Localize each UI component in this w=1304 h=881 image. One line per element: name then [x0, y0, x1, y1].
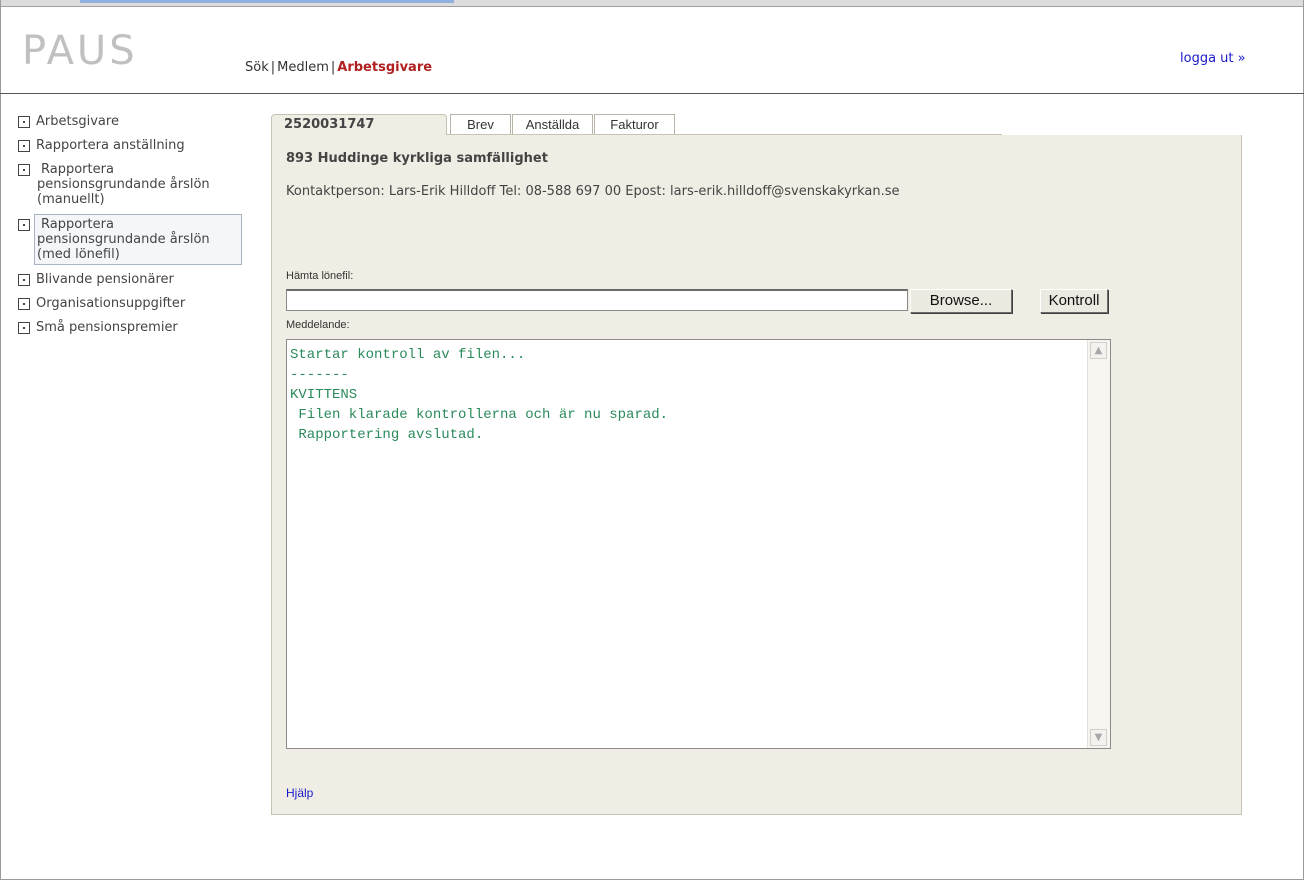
bullet-box-icon: [18, 164, 30, 176]
sidebar-item-sma-pensionspremier[interactable]: Små pensionspremier: [14, 318, 246, 337]
bullet-box-icon: [18, 322, 30, 334]
sidebar-item-organisationsuppgifter[interactable]: Organisationsuppgifter: [14, 294, 246, 313]
sidebar-item-label: Rapportera pensionsgrundande årslön (man…: [37, 162, 210, 207]
sidebar-item-label: Blivande pensionärer: [36, 272, 174, 287]
organization-name: 893 Huddinge kyrkliga samfällighet: [286, 151, 548, 166]
bullet-box-icon: [18, 274, 30, 286]
page-header: PAUS Sök | Medlem | Arbetsgivare logga ut »: [0, 6, 1304, 94]
message-scrollbar[interactable]: ▲ ▼: [1087, 340, 1110, 748]
tab-brev[interactable]: Brev: [450, 114, 511, 135]
message-text: Startar kontroll av filen... ------- KVI…: [290, 347, 669, 443]
sidebar-item-label: Arbetsgivare: [36, 114, 119, 129]
bullet-box-icon: [18, 298, 30, 310]
sidebar-menu: Arbetsgivare Rapportera anställning Rapp…: [14, 112, 246, 342]
sidebar-item-blivande-pensionarer[interactable]: Blivande pensionärer: [14, 270, 246, 289]
sidebar-item-label: Små pensionspremier: [36, 320, 178, 335]
sidebar-item-label: Rapportera pensionsgrundande årslön (med…: [37, 217, 210, 262]
contact-info: Kontaktperson: Lars-Erik Hilldoff Tel: 0…: [286, 184, 900, 199]
message-textarea[interactable]: Startar kontroll av filen... ------- KVI…: [286, 339, 1111, 749]
nav-medlem-link[interactable]: Medlem: [277, 60, 329, 75]
sidebar-item-label: Rapportera anställning: [36, 138, 185, 153]
scroll-down-arrow-icon[interactable]: ▼: [1090, 729, 1107, 746]
sidebar-item-rapportera-anstallning[interactable]: Rapportera anställning: [14, 136, 246, 155]
kontroll-button[interactable]: Kontroll: [1040, 289, 1108, 313]
logout-link[interactable]: logga ut »: [1180, 51, 1246, 66]
bullet-box-icon: [18, 116, 30, 128]
sidebar-item-arslon-lonefil[interactable]: Rapportera pensionsgrundande årslön (med…: [18, 214, 242, 265]
tab-bar: 2520031747 Brev Anställda Fakturor: [271, 112, 1242, 136]
scroll-up-arrow-icon[interactable]: ▲: [1090, 342, 1107, 359]
main-content: 2520031747 Brev Anställda Fakturor 893 H…: [271, 112, 1242, 815]
nav-sok-link[interactable]: Sök: [245, 60, 269, 75]
nav-arbetsgivare-link[interactable]: Arbetsgivare: [337, 60, 432, 75]
file-label: Hämta lönefil:: [286, 270, 354, 282]
employer-panel: 893 Huddinge kyrkliga samfällighet Konta…: [271, 135, 1242, 815]
tab-fakturor[interactable]: Fakturor: [594, 114, 675, 135]
browse-button[interactable]: Browse...: [910, 289, 1012, 313]
tab-employer-number[interactable]: 2520031747: [271, 114, 447, 136]
sidebar-item-arslon-manuellt[interactable]: Rapportera pensionsgrundande årslön (man…: [14, 160, 246, 209]
paus-logo: PAUS: [22, 28, 138, 74]
bullet-box-icon: [18, 140, 30, 152]
top-navigation: Sök | Medlem | Arbetsgivare: [245, 60, 432, 75]
bullet-box-icon: [18, 219, 30, 231]
nav-separator: |: [330, 60, 336, 75]
message-label: Meddelande:: [286, 319, 350, 331]
sidebar-item-arbetsgivare[interactable]: Arbetsgivare: [14, 112, 246, 131]
tab-anstallda[interactable]: Anställda: [512, 114, 593, 135]
help-link[interactable]: Hjälp: [286, 786, 313, 800]
sidebar-item-label: Organisationsuppgifter: [36, 296, 186, 311]
file-path-input[interactable]: [286, 289, 908, 311]
nav-separator: |: [270, 60, 276, 75]
